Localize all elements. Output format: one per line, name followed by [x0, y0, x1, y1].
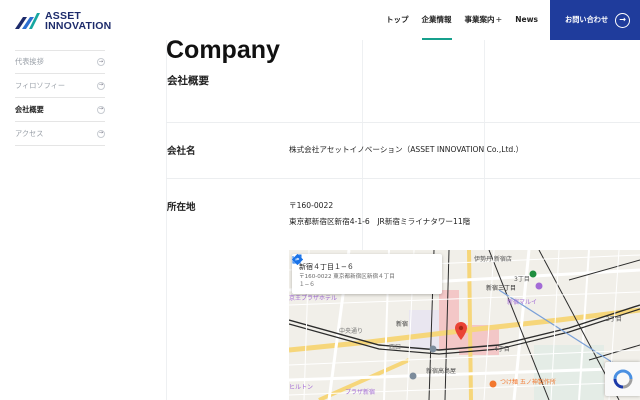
map-label: 新宿 — [396, 321, 409, 328]
brand-name: ASSET INNOVATION — [45, 11, 112, 32]
company-name-label: 会社名 — [167, 146, 196, 157]
nav-item-label: 企業情報 — [421, 15, 452, 24]
brand-logo[interactable]: ASSET INNOVATION — [13, 8, 123, 34]
sidebar-item-overview[interactable]: 会社概要 → — [15, 98, 105, 122]
map-label: 3丁目 — [514, 276, 530, 283]
poi-marker-icon — [429, 345, 437, 353]
nav-item-business[interactable]: 事業案内+ — [465, 0, 503, 40]
map-label: 4丁目 — [494, 346, 510, 353]
map-info-card: 新宿４丁目１−６ 〒160-0022 東京都新宿区新宿４丁目１−６ — [292, 254, 442, 294]
address-value: 東京都新宿区新宿4-1-6 JR新宿ミライナタワー11階 — [289, 217, 471, 226]
map-label: 中央通り — [339, 328, 364, 335]
nav-item-top[interactable]: トップ — [386, 0, 409, 40]
nav-item-label: トップ — [386, 15, 409, 24]
arrow-right-icon: → — [97, 58, 105, 66]
arrow-right-icon: → — [97, 129, 105, 138]
arrow-right-icon: → — [97, 105, 105, 114]
page-title: Company — [166, 36, 280, 64]
nav-item-label: News — [515, 15, 538, 24]
map-pin-icon[interactable] — [455, 322, 467, 340]
nav-item-company[interactable]: 企業情報 — [421, 0, 452, 40]
map-label: つけ麺 五ノ神製作所 — [500, 379, 556, 386]
postal-code: 〒160-0022 — [289, 201, 334, 210]
directions-icon[interactable] — [292, 254, 303, 265]
embedded-map[interactable]: 伊勢丹 新宿店 3丁目 新宿三丁目 新宿マルイ 京王プラザホテル 新宿 中央通り… — [289, 250, 640, 400]
poi-marker-icon — [535, 282, 543, 290]
brand-name-line2: INNOVATION — [45, 20, 112, 32]
tree-icon — [529, 270, 537, 278]
map-label: 新宿マルイ — [507, 299, 538, 306]
row-divider — [166, 178, 640, 179]
recaptcha-badge[interactable] — [605, 362, 640, 396]
main-nav: トップ 企業情報 事業案内+ News — [386, 0, 551, 40]
nav-item-label: 事業案内 — [464, 15, 495, 24]
map-label: 西口 — [389, 344, 402, 351]
address-label: 所在地 — [167, 202, 196, 213]
nav-item-news[interactable]: News — [515, 0, 538, 40]
sidebar-item-label: アクセス — [15, 128, 44, 138]
company-name-value: 株式会社アセットイノベーション（ASSET INNOVATION Co.,Ltd… — [289, 145, 524, 154]
arrow-right-icon: → — [97, 81, 105, 90]
map-label: プラザ新宿 — [345, 389, 376, 396]
map-label: 京王プラザホテル — [289, 295, 338, 302]
grid-line — [166, 40, 167, 400]
sidebar-item-label: 代表挨拶 — [15, 57, 44, 66]
map-label: 2丁目 — [606, 316, 622, 323]
map-label: 新宿高島屋 — [426, 368, 457, 375]
brand-mark-icon — [13, 11, 41, 31]
arrow-right-icon: → — [615, 12, 631, 28]
sidebar-item-greeting[interactable]: 代表挨拶 → — [15, 50, 105, 74]
map-label: 新宿三丁目 — [486, 285, 517, 292]
contact-button[interactable]: お問い合わせ → — [550, 0, 640, 40]
sidebar-item-access[interactable]: アクセス → — [15, 122, 105, 146]
site-header: ASSET INNOVATION トップ 企業情報 事業案内+ News お問い… — [0, 0, 640, 40]
sidebar-item-philosophy[interactable]: フィロソフィー → — [15, 74, 105, 98]
recaptcha-icon — [613, 369, 632, 389]
sidebar-item-label: フィロソフィー — [15, 80, 66, 90]
expand-plus-icon: + — [495, 15, 503, 24]
row-divider — [166, 122, 640, 123]
contact-button-label: お問い合わせ — [565, 15, 609, 24]
sidebar-nav: 代表挨拶 → フィロソフィー → 会社概要 → アクセス → — [15, 50, 105, 146]
page-subtitle: 会社概要 — [167, 75, 209, 87]
food-marker-icon — [489, 380, 497, 388]
poi-marker-icon — [409, 372, 417, 380]
map-card-title: 新宿４丁目１−６ — [299, 263, 354, 271]
sidebar-item-label: 会社概要 — [15, 104, 44, 114]
map-label: 伊勢丹 新宿店 — [474, 256, 512, 263]
map-card-address: 〒160-0022 東京都新宿区新宿４丁目１−６ — [299, 274, 395, 288]
map-label: ヒルトン — [289, 384, 314, 391]
